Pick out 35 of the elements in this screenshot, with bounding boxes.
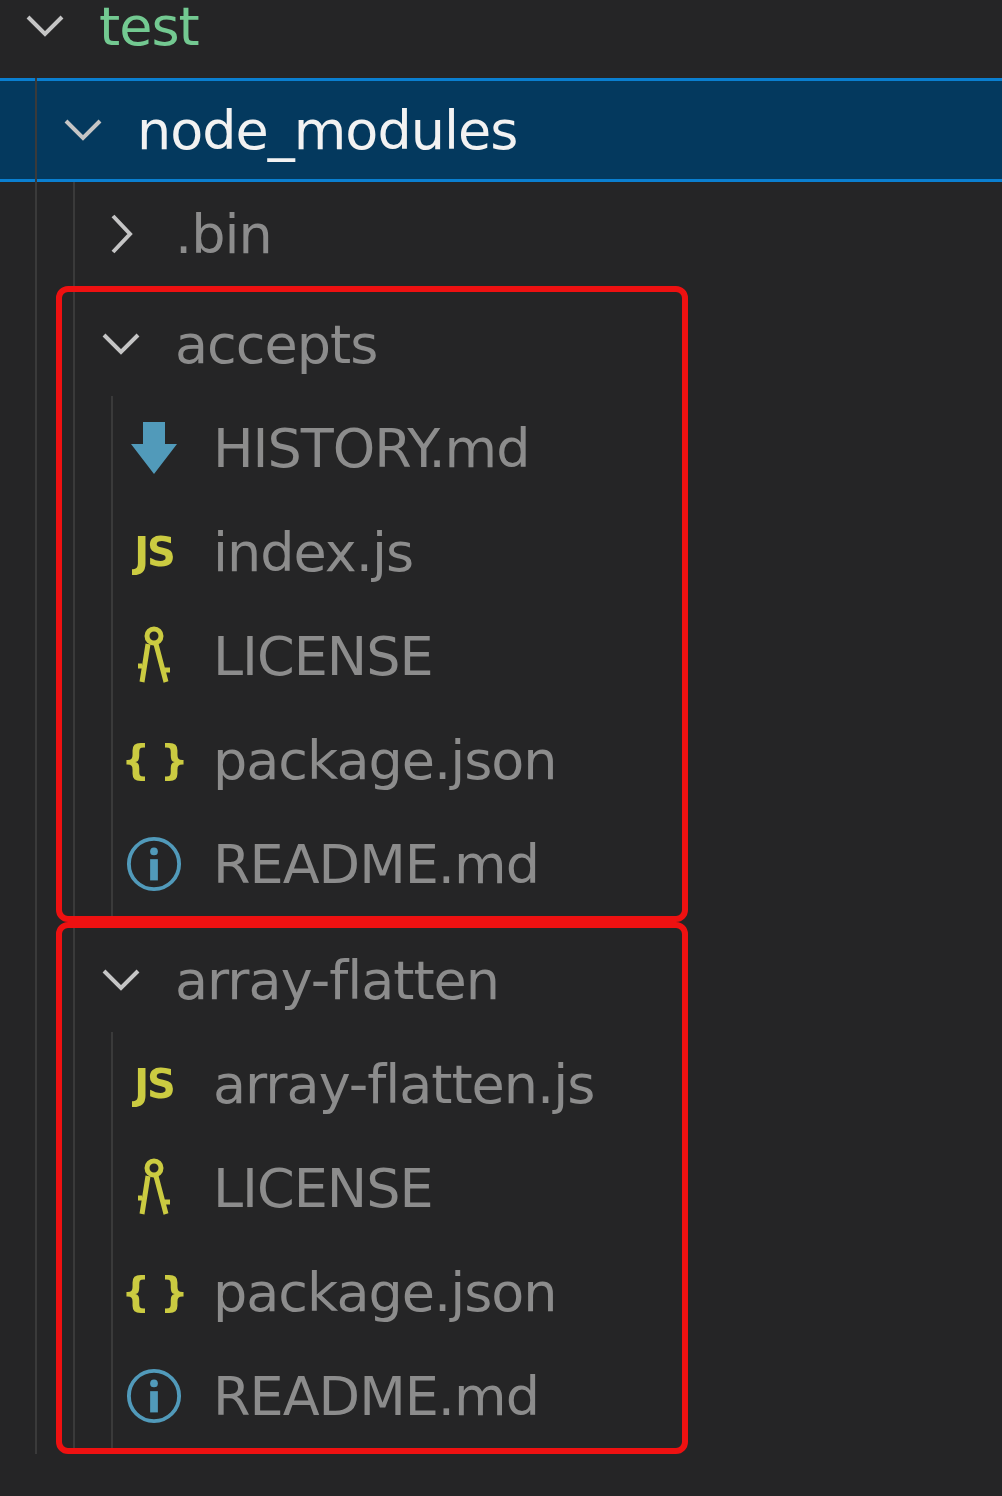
js-icon: JS <box>134 1061 174 1107</box>
file-row[interactable]: README.md <box>62 812 682 916</box>
file-row[interactable]: README.md <box>62 1344 682 1448</box>
folder-name: node_modules <box>137 98 518 162</box>
folder-name: .bin <box>175 202 272 266</box>
file-row[interactable]: JS index.js <box>62 500 682 604</box>
info-icon <box>126 1367 182 1425</box>
file-row[interactable]: JS array-flatten.js <box>62 1032 682 1136</box>
folder-row[interactable]: .bin <box>0 182 1002 286</box>
file-name: README.md <box>213 1364 539 1428</box>
braces-icon: { } <box>121 737 187 783</box>
file-name: index.js <box>213 520 414 584</box>
download-arrow-icon <box>129 420 179 476</box>
file-name: README.md <box>213 832 539 896</box>
file-row[interactable]: { } package.json <box>62 708 682 812</box>
file-row[interactable]: HISTORY.md <box>62 396 682 500</box>
folder-row[interactable]: accepts <box>62 292 682 396</box>
file-name: LICENSE <box>213 624 433 688</box>
file-name: package.json <box>213 1260 557 1324</box>
js-icon: JS <box>134 529 174 575</box>
folder-row[interactable]: array-flatten <box>62 928 682 1032</box>
folder-row[interactable]: node_modules <box>0 78 1002 182</box>
file-name: package.json <box>213 728 557 792</box>
folder-name: test <box>99 0 199 58</box>
file-name: LICENSE <box>213 1156 433 1220</box>
file-name: array-flatten.js <box>213 1052 595 1116</box>
file-row[interactable]: { } package.json <box>62 1240 682 1344</box>
braces-icon: { } <box>121 1269 187 1315</box>
folder-name: accepts <box>175 312 378 376</box>
info-icon <box>126 835 182 893</box>
file-row[interactable]: LICENSE <box>62 604 682 708</box>
file-name: HISTORY.md <box>213 416 530 480</box>
folder-name: array-flatten <box>175 948 500 1012</box>
file-row[interactable]: LICENSE <box>62 1136 682 1240</box>
folder-row[interactable]: test <box>0 0 1002 78</box>
